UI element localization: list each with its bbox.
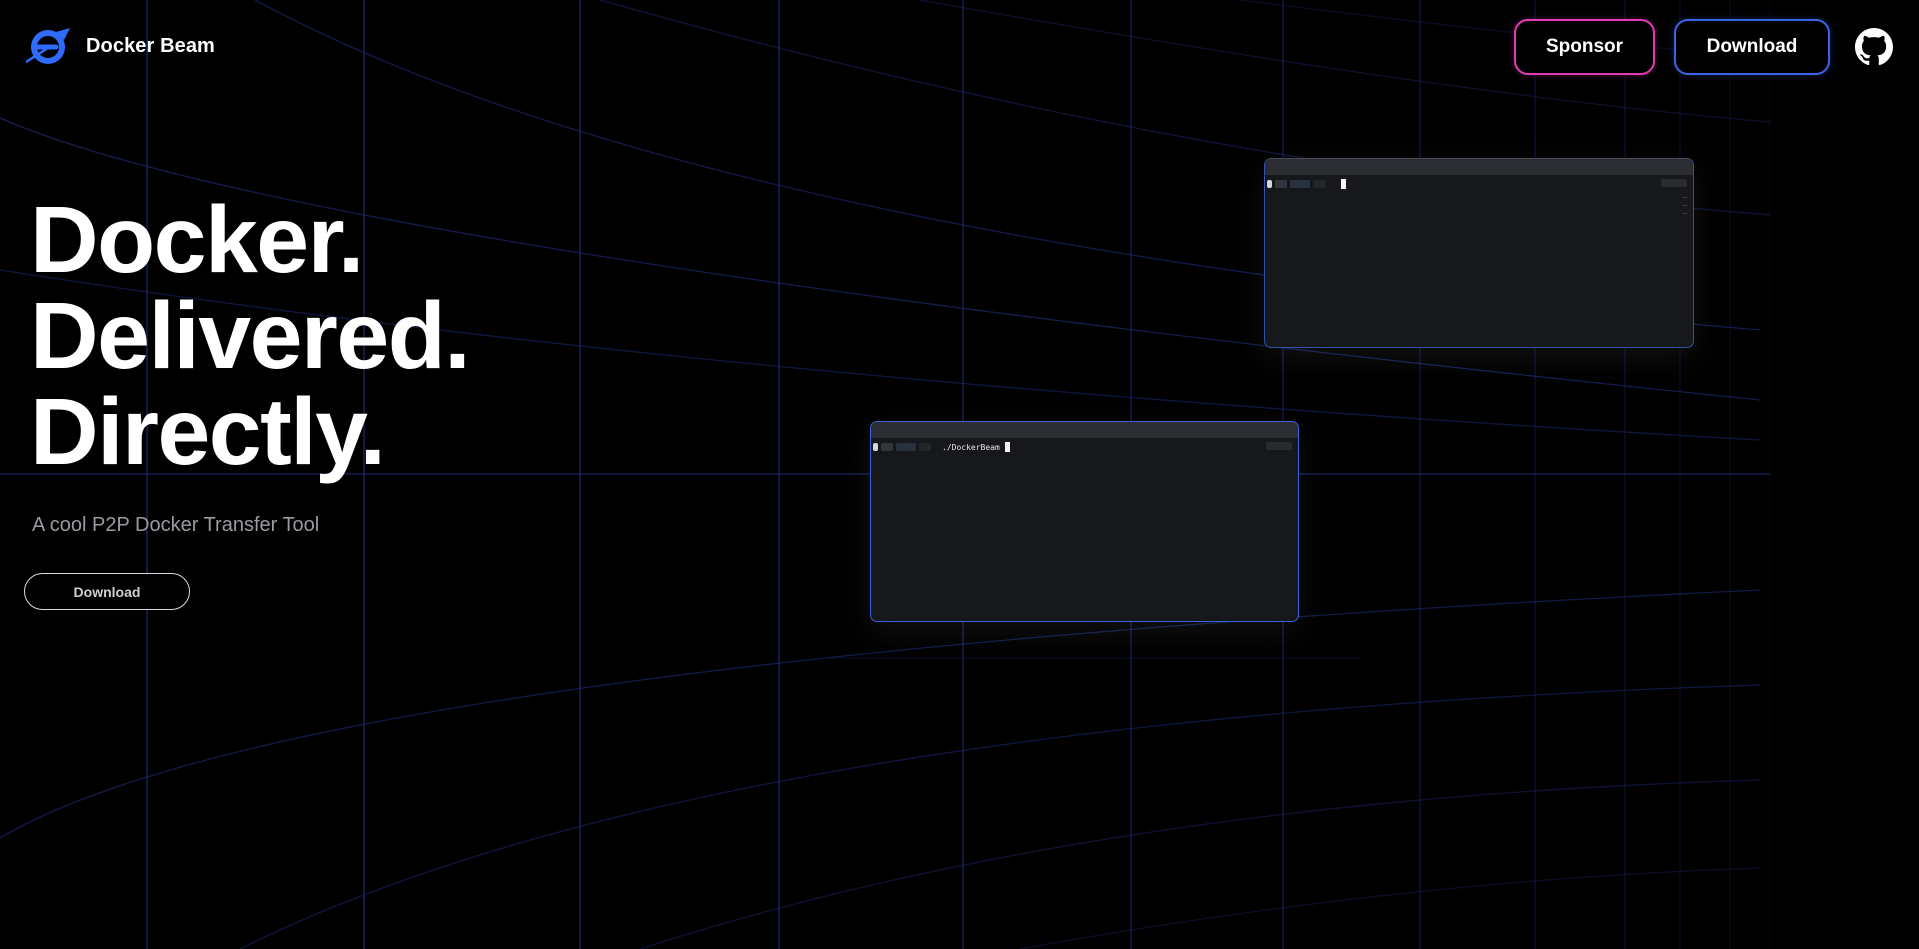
terminal-status-segment [1266,442,1292,450]
sponsor-button[interactable]: Sponsor [1514,19,1655,75]
terminal-cursor [1004,442,1010,452]
hero-subtitle: A cool P2P Docker Transfer Tool [32,514,320,536]
folder-icon [896,443,916,451]
landing-page: Docker Beam Sponsor Download Docker. Del… [0,0,1919,949]
terminal-cursor [1341,179,1346,189]
hero-title-line-1: Docker. [30,187,364,293]
prompt-arrow-icon [873,443,878,451]
docker-beam-logo-icon [26,28,70,64]
terminal-command: ./DockerBeam [942,442,1000,452]
terminal-prompt [1267,179,1346,189]
terminal-window-sender[interactable]: ./DockerBeam [870,421,1299,622]
prompt-segment [1313,180,1325,188]
scroll-tick [1683,213,1687,214]
brand-name: Docker Beam [86,34,215,57]
github-icon[interactable] [1855,28,1893,66]
hero-download-button[interactable]: Download [24,573,190,610]
terminal-prompt: ./DockerBeam [873,442,1010,452]
header-download-button[interactable]: Download [1674,19,1830,75]
terminal-body[interactable] [1265,175,1693,347]
terminal-status-segment [1661,179,1687,187]
hero-title-line-3: Directly. [30,379,386,485]
hero-title-line-2: Delivered. [30,283,471,389]
prompt-segment [919,443,931,451]
apple-icon [881,443,893,451]
hero-title: Docker. Delivered. Directly. [30,187,471,485]
prompt-arrow-icon [1267,180,1272,188]
terminal-titlebar[interactable] [1265,159,1693,175]
folder-icon [1290,180,1310,188]
scroll-tick [1683,197,1687,198]
apple-icon [1275,180,1287,188]
terminal-body[interactable]: ./DockerBeam [871,438,1298,621]
brand[interactable]: Docker Beam [26,26,215,66]
scroll-tick [1683,205,1687,206]
terminal-window-receiver[interactable] [1264,158,1694,348]
terminal-titlebar[interactable] [871,422,1298,438]
